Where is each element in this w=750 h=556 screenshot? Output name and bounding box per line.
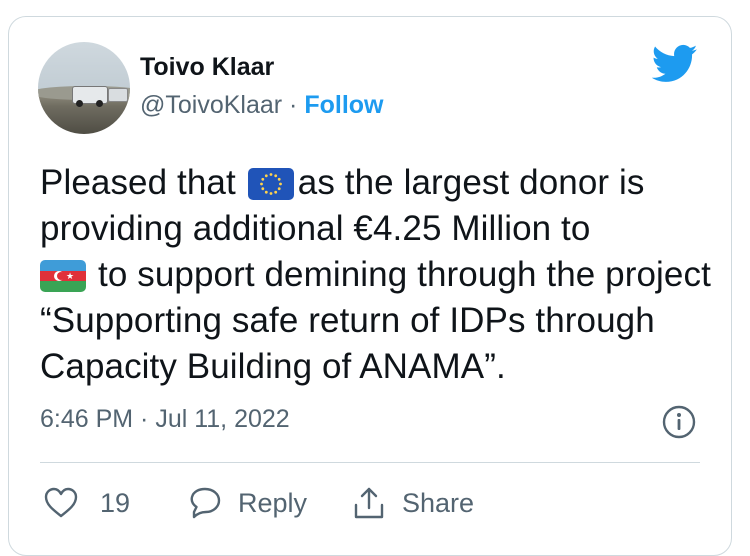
share-label: Share <box>402 487 475 518</box>
tweet-text-part-3: to support demining through the project … <box>40 255 711 386</box>
like-button[interactable]: 19 <box>44 483 130 523</box>
avatar[interactable] <box>38 42 130 134</box>
tweet-text: Pleased that as the largest donor is prov… <box>40 160 720 390</box>
reply-label: Reply <box>238 487 308 518</box>
divider <box>40 462 700 463</box>
azerbaijan-flag-emoji: ★ <box>40 260 86 292</box>
author-handle-row: @ToivoKlaar · Follow <box>140 91 383 120</box>
eu-flag-emoji <box>247 168 294 200</box>
reply-button[interactable]: Reply <box>188 483 307 523</box>
reply-icon <box>190 487 221 519</box>
follow-button[interactable]: Follow <box>304 91 383 119</box>
tweet-timestamp[interactable]: 6:46 PM · Jul 11, 2022 <box>40 405 290 434</box>
share-icon <box>354 487 384 519</box>
handle-separator: · <box>282 91 305 119</box>
tweet-text-part-1: Pleased that <box>40 163 236 202</box>
info-icon[interactable] <box>662 405 696 439</box>
twitter-bird-icon[interactable] <box>652 44 698 84</box>
author-handle[interactable]: @ToivoKlaar <box>140 91 282 119</box>
author-name[interactable]: Toivo Klaar <box>140 53 274 82</box>
heart-icon <box>44 487 78 518</box>
like-count: 19 <box>100 487 131 518</box>
share-button[interactable]: Share <box>352 483 474 523</box>
